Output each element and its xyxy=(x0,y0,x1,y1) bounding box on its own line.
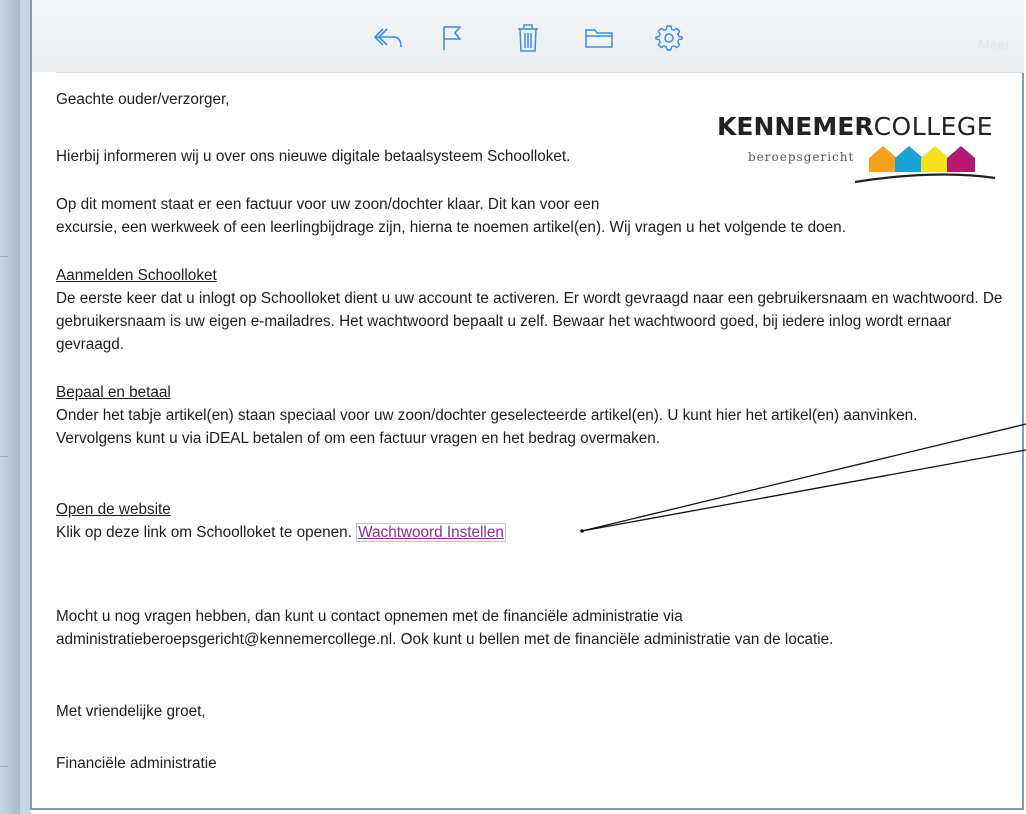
section-website-text: Klik op deze link om Schoolloket te open… xyxy=(56,524,352,541)
section-aanmelden-title: Aanmelden Schoolloket xyxy=(56,267,217,284)
flag-icon xyxy=(443,26,461,50)
greeting: Geachte ouder/verzorger, xyxy=(56,91,230,108)
invoice-text-line1: Op dit moment staat er een factuur voor … xyxy=(56,196,600,213)
section-betaal-title: Bepaal en betaal xyxy=(56,384,171,401)
toolbar-divider xyxy=(56,72,1024,73)
folder-icon xyxy=(585,29,613,48)
edge-tick xyxy=(0,766,8,767)
move-to-folder-button[interactable] xyxy=(583,22,615,54)
section-website-row: Klik op deze link om Schoolloket te open… xyxy=(56,521,756,544)
section-website-title: Open de website xyxy=(56,501,171,518)
logo-house-orange xyxy=(869,146,897,172)
logo-swoosh xyxy=(854,173,996,184)
intro-text: Hierbij informeren wij u over ons nieuwe… xyxy=(56,148,571,165)
signature-text: Financiële administratie xyxy=(56,755,217,772)
screenshot-frame: Meer KENNEMERCOLLEGE beroepsgericht Geac… xyxy=(0,0,1026,814)
gear-icon xyxy=(655,25,683,51)
background-window-edge xyxy=(0,0,32,814)
set-password-link[interactable]: Wachtwoord Instellen xyxy=(356,523,506,542)
edge-tick xyxy=(0,256,8,257)
section-betaal-title-row: Bepaal en betaal xyxy=(56,381,171,404)
section-betaal-text: Onder het tabje artikel(en) staan specia… xyxy=(56,407,918,447)
settings-button[interactable] xyxy=(653,22,685,54)
flag-button[interactable] xyxy=(436,22,468,54)
section-aanmelden-text: De eerste keer dat u inlogt op Schoollok… xyxy=(56,290,1003,353)
logo-house-yellow xyxy=(921,146,949,172)
trash-icon xyxy=(518,24,538,52)
invoice-text-line2: excursie, een werkweek of een leerlingbi… xyxy=(56,219,846,236)
logo-house-magenta xyxy=(947,146,975,172)
logo-houses-graphic xyxy=(854,146,996,184)
message-toolbar: Meer xyxy=(32,0,1024,72)
logo-house-blue xyxy=(895,146,923,172)
contact-text-line2: administratieberoepsgericht@kennemercoll… xyxy=(56,631,834,648)
section-aanmelden-title-row: Aanmelden Schoolloket xyxy=(56,264,217,287)
reply-button[interactable] xyxy=(372,22,404,54)
edge-tick xyxy=(0,456,8,457)
kennemercollege-logo: KENNEMERCOLLEGE beroepsgericht xyxy=(705,112,1005,192)
reply-icon xyxy=(374,28,402,48)
more-label[interactable]: Meer xyxy=(978,36,1010,52)
delete-button[interactable] xyxy=(512,22,544,54)
window-edge-shade xyxy=(20,0,30,814)
section-website-title-row: Open de website xyxy=(56,498,171,521)
contact-text-line1: Mocht u nog vragen hebben, dan kunt u co… xyxy=(56,608,683,625)
closing-text: Met vriendelijke groet, xyxy=(56,703,206,720)
